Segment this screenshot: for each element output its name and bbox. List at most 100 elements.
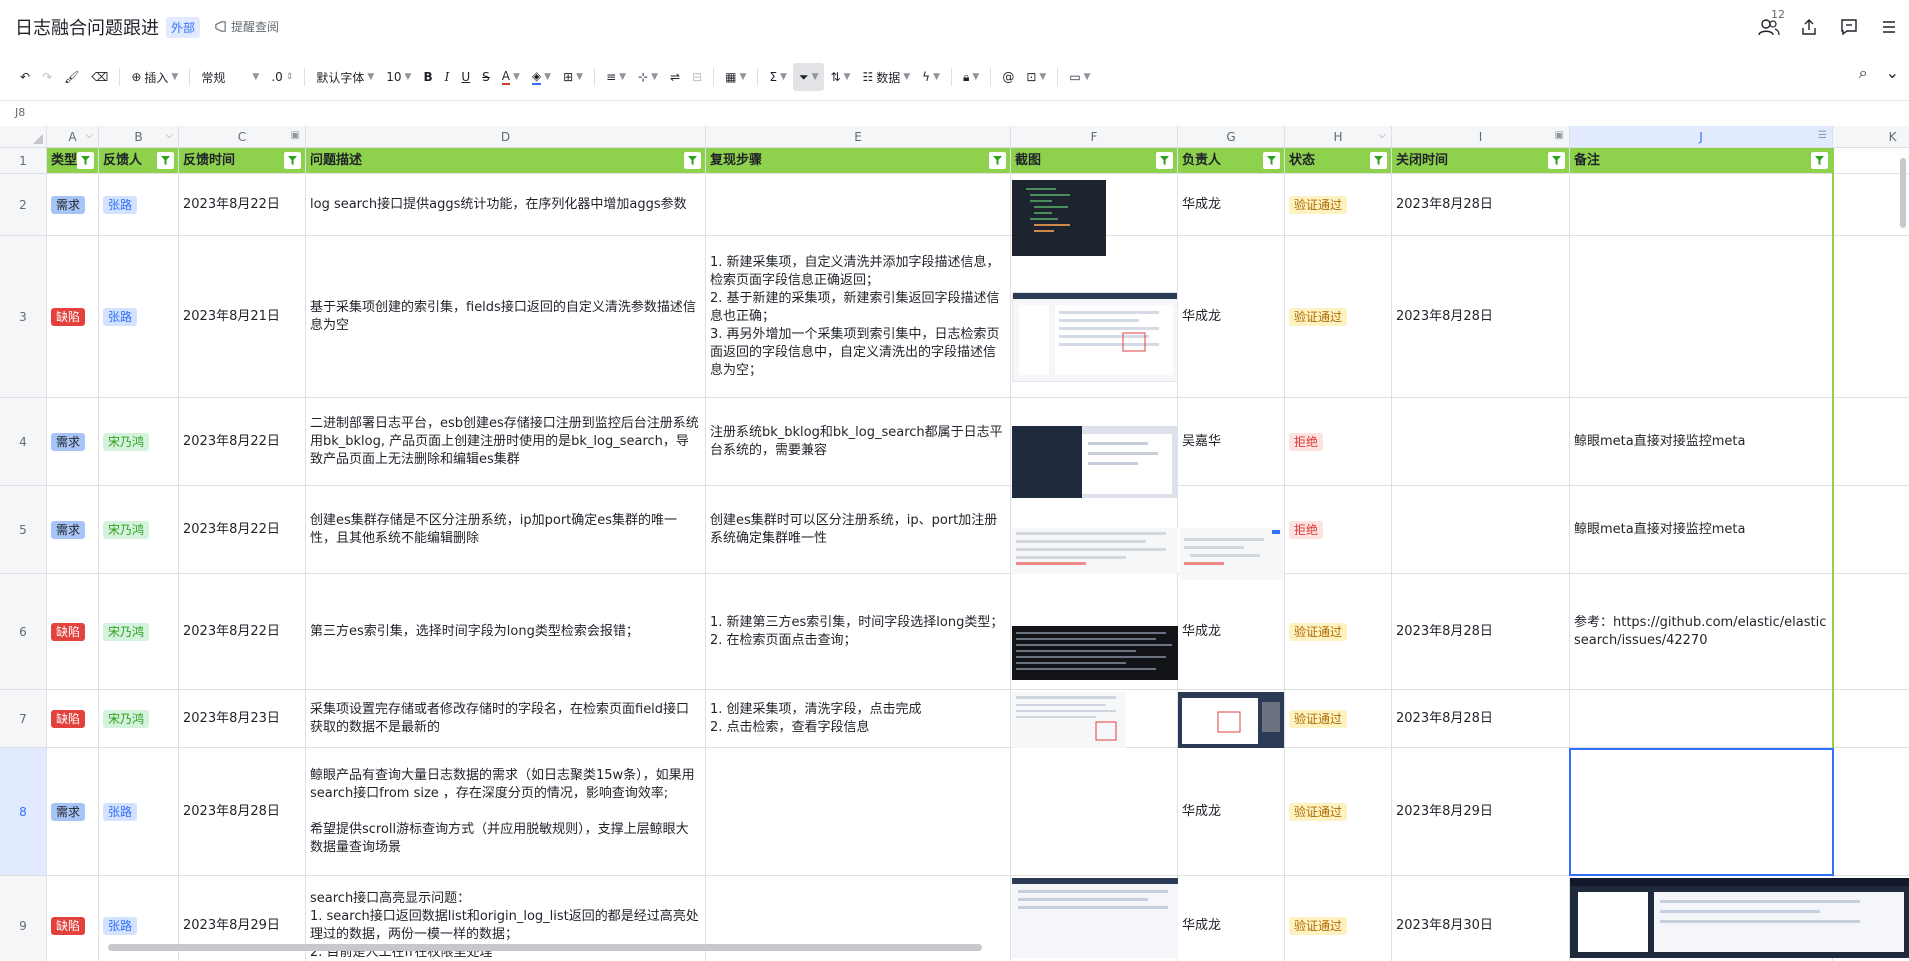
header-cell-owner[interactable]: 负责人 xyxy=(1178,148,1285,174)
cell-time[interactable]: 2023年8月21日 xyxy=(179,236,306,398)
cell-time[interactable]: 2023年8月23日 xyxy=(179,690,306,748)
filter-icon[interactable] xyxy=(1263,152,1280,169)
search-icon[interactable]: ⌕ xyxy=(1859,63,1868,83)
underline-button[interactable]: U xyxy=(455,63,476,91)
cell-close[interactable]: 2023年8月29日 xyxy=(1392,748,1570,876)
cell-close[interactable]: 2023年8月30日 xyxy=(1392,876,1570,961)
mention-button[interactable]: @ xyxy=(996,63,1020,91)
cell-status[interactable]: 验证通过 xyxy=(1285,236,1392,398)
data-button[interactable]: ☷ 数据 ▼ xyxy=(856,63,916,91)
row-header[interactable]: 8 xyxy=(0,748,47,876)
header-cell-status[interactable]: 状态 xyxy=(1285,148,1392,174)
column-header-d[interactable]: D xyxy=(306,126,706,148)
screenshot-thumbnail[interactable] xyxy=(1012,292,1178,382)
column-header-k[interactable]: K xyxy=(1833,126,1909,148)
row-header[interactable]: 2 xyxy=(0,174,47,236)
decimal-stepper[interactable]: .0 ⇕ xyxy=(265,63,299,91)
freeze-button[interactable]: ▦ ▼ xyxy=(719,63,752,91)
undo-button[interactable]: ↶ xyxy=(14,63,36,91)
cell-type[interactable]: 缺陷 xyxy=(47,876,99,961)
column-header-j[interactable]: J ☰ xyxy=(1570,126,1833,148)
cell-close[interactable] xyxy=(1392,398,1570,486)
column-header-e[interactable]: E xyxy=(706,126,1011,148)
column-header-b[interactable]: B ⌵ xyxy=(99,126,179,148)
vertical-align-button[interactable]: ⊹ ▼ xyxy=(632,63,664,91)
row-header[interactable]: 3 xyxy=(0,236,47,398)
cell-type[interactable]: 需求 xyxy=(47,748,99,876)
cell-k[interactable] xyxy=(1833,236,1909,398)
automation-button[interactable]: ϟ ▼ xyxy=(916,63,946,91)
row-header[interactable]: 7 xyxy=(0,690,47,748)
cell-k[interactable] xyxy=(1833,486,1909,574)
cell-steps[interactable] xyxy=(706,174,1011,236)
cell-reporter[interactable]: 张路 xyxy=(99,236,179,398)
cell-owner[interactable]: 吴嘉华 xyxy=(1178,398,1285,486)
cell-steps[interactable]: 1. 创建采集项，清洗字段，点击完成 2. 点击检索，查看字段信息 xyxy=(706,690,1011,748)
header-cell-steps[interactable]: 复现步骤 xyxy=(706,148,1011,174)
filter-icon[interactable] xyxy=(1156,152,1173,169)
cell-k[interactable] xyxy=(1833,174,1909,236)
cell-k[interactable] xyxy=(1833,398,1909,486)
empty-cell[interactable] xyxy=(1833,148,1909,174)
column-header-a[interactable]: A ⌵ xyxy=(47,126,99,148)
insert-button[interactable]: ⊕ 插入 ▼ xyxy=(125,63,184,91)
collaborators-button[interactable]: 12 xyxy=(1749,8,1789,42)
screenshot-thumbnail[interactable] xyxy=(1012,878,1178,958)
fill-color-button[interactable]: ◈ ▼ xyxy=(526,63,557,91)
remind-button[interactable]: 提醒查阅 xyxy=(214,18,279,35)
column-header-c[interactable]: C ▣ xyxy=(179,126,306,148)
cell-note[interactable] xyxy=(1570,174,1833,236)
vertical-scrollbar[interactable] xyxy=(1900,158,1906,228)
cell-type[interactable]: 需求 xyxy=(47,486,99,574)
cell-note[interactable]: 鲸眼meta直接对接监控meta xyxy=(1570,486,1833,574)
filter-icon[interactable] xyxy=(1548,152,1565,169)
cell-steps[interactable] xyxy=(706,748,1011,876)
cell-close[interactable]: 2023年8月28日 xyxy=(1392,574,1570,690)
column-header-h[interactable]: H ⌵ xyxy=(1285,126,1392,148)
filter-icon[interactable] xyxy=(157,152,174,169)
cell-reporter[interactable]: 宋乃鸿 xyxy=(99,486,179,574)
cell-close[interactable]: 2023年8月28日 xyxy=(1392,690,1570,748)
cell-status[interactable]: 验证通过 xyxy=(1285,748,1392,876)
header-cell-reporter[interactable]: 反馈人 xyxy=(99,148,179,174)
screenshot-thumbnail[interactable] xyxy=(1012,626,1178,680)
merge-cells-button[interactable]: ⊟ xyxy=(686,63,708,91)
cell-time[interactable]: 2023年8月22日 xyxy=(179,486,306,574)
cell-shot[interactable] xyxy=(1011,748,1178,876)
redo-button[interactable]: ↷ xyxy=(36,63,58,91)
row-header[interactable]: 9 xyxy=(0,876,47,961)
cell-steps[interactable]: 注册系统bk_bklog和bk_log_search都属于日志平台系统的，需要兼… xyxy=(706,398,1011,486)
cell-owner[interactable]: 华成龙 xyxy=(1178,876,1285,961)
menu-button[interactable] xyxy=(1869,12,1909,42)
cell-k[interactable] xyxy=(1833,748,1909,876)
row-header[interactable]: 4 xyxy=(0,398,47,486)
collapse-toolbar-icon[interactable]: ⌄ xyxy=(1886,63,1899,83)
screenshot-thumbnail[interactable] xyxy=(1180,528,1283,580)
header-cell-close-time[interactable]: 关闭时间 xyxy=(1392,148,1570,174)
horizontal-align-button[interactable]: ≡ ▼ xyxy=(600,63,632,91)
filter-icon[interactable] xyxy=(684,152,701,169)
screenshot-thumbnail[interactable] xyxy=(1012,692,1126,748)
cell-type[interactable]: 缺陷 xyxy=(47,690,99,748)
cell-type[interactable]: 需求 xyxy=(47,174,99,236)
cell-status[interactable]: 拒绝 xyxy=(1285,398,1392,486)
cell-owner[interactable]: 华成龙 xyxy=(1178,236,1285,398)
cell-reporter[interactable]: 宋乃鸿 xyxy=(99,690,179,748)
cell-status[interactable]: 验证通过 xyxy=(1285,574,1392,690)
filter-icon[interactable] xyxy=(284,152,301,169)
horizontal-scrollbar[interactable] xyxy=(108,944,982,951)
cell-desc[interactable]: log search接口提供aggs统计功能，在序列化器中增加aggs参数 xyxy=(306,174,706,236)
cell-k[interactable] xyxy=(1833,574,1909,690)
cell-steps[interactable]: 创建es集群时可以区分注册系统，ip、port加注册系统确定集群唯一性 xyxy=(706,486,1011,574)
cell-note[interactable] xyxy=(1570,690,1833,748)
bold-button[interactable]: B xyxy=(417,63,438,91)
border-button[interactable]: ⊞ ▼ xyxy=(557,63,589,91)
italic-button[interactable]: I xyxy=(439,63,456,91)
cell-owner[interactable]: 华成龙 xyxy=(1178,748,1285,876)
function-button[interactable]: Σ ▼ xyxy=(763,63,793,91)
cell-time[interactable]: 2023年8月22日 xyxy=(179,398,306,486)
cell-time[interactable]: 2023年8月22日 xyxy=(179,174,306,236)
header-cell-description[interactable]: 问题描述 xyxy=(306,148,706,174)
cell-reporter[interactable]: 张路 xyxy=(99,748,179,876)
cell-note[interactable]: 鲸眼meta直接对接监控meta xyxy=(1570,398,1833,486)
